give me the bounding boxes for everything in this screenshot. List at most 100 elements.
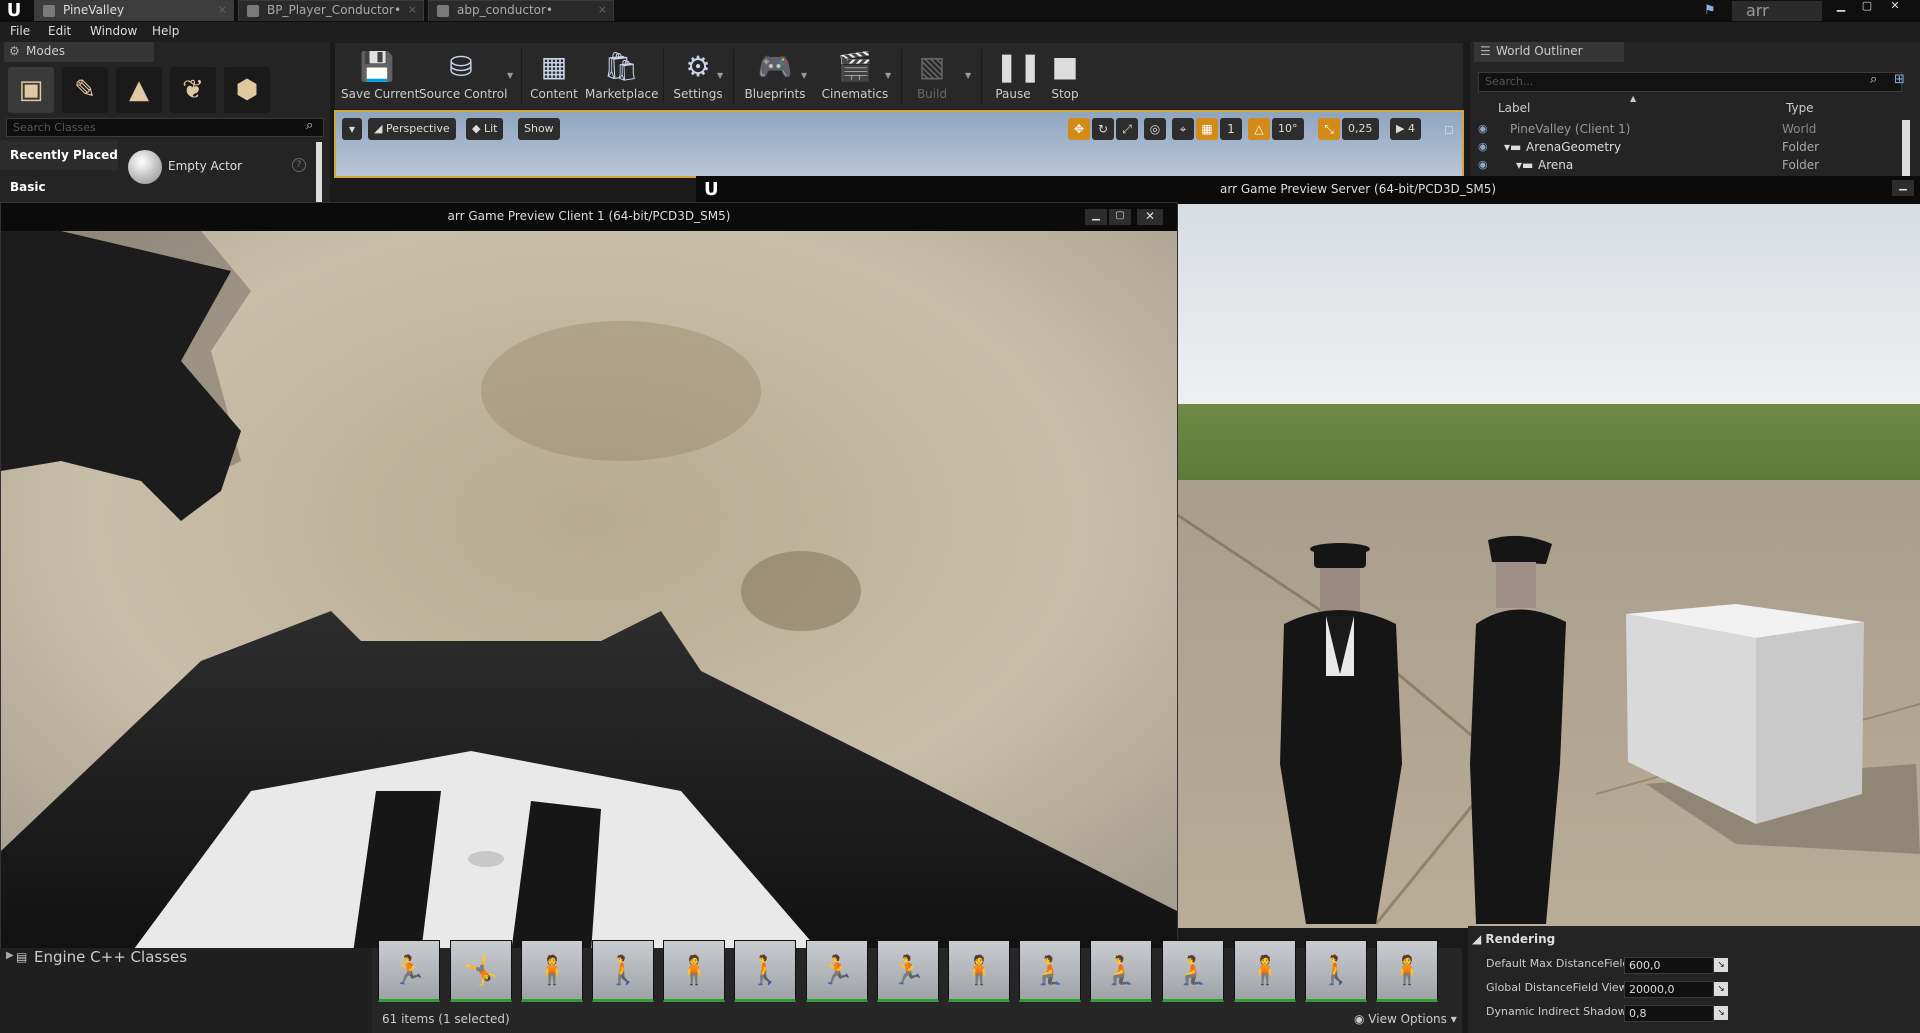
asset-thumbnail[interactable]: 🚶	[592, 940, 654, 1002]
asset-thumbnail[interactable]: 🧎	[1162, 940, 1224, 1002]
source-control-icon[interactable]: ⚑	[1704, 3, 1720, 19]
asset-thumbnail[interactable]: 🧍	[1234, 940, 1296, 1002]
content-button[interactable]: ▦ Content	[527, 45, 581, 107]
rotation-snap-icon[interactable]: △	[1248, 118, 1270, 140]
outliner-row[interactable]: ◉ ▾▬ ArenaGeometry Folder	[1470, 138, 1910, 156]
cinematics-dropdown-icon[interactable]: ▼	[885, 71, 891, 80]
outliner-search-input[interactable]: Search...	[1478, 72, 1902, 92]
close-window-icon[interactable]: ✕	[1882, 0, 1908, 14]
minimize-icon[interactable]: ▁	[1085, 209, 1107, 225]
landscape-mode-button[interactable]: ▲	[116, 67, 162, 113]
asset-thumbnail[interactable]: 🏃	[378, 940, 440, 1002]
perspective-button[interactable]: ◢ Perspective	[368, 118, 456, 140]
type-column-header[interactable]: Type	[1786, 98, 1814, 118]
client-title-bar[interactable]: arr Game Preview Client 1 (64-bit/PCD3D_…	[1, 203, 1177, 231]
visibility-eye-icon[interactable]: ◉	[1478, 120, 1488, 138]
viewport-options-dropdown-icon[interactable]: ▾	[342, 118, 362, 140]
outliner-row[interactable]: ◉ ▾▬ Arena Folder	[1470, 156, 1910, 174]
tab-blueprint[interactable]: BP_Player_Conductor• ×	[238, 0, 424, 21]
unreal-logo-icon[interactable]: U	[4, 1, 24, 21]
cinematics-button[interactable]: 🎬 Cinematics	[815, 45, 895, 107]
source-control-button[interactable]: ⛁ Source Control	[419, 45, 507, 107]
asset-thumbnail[interactable]: 🧍	[1376, 940, 1438, 1002]
scrollbar[interactable]	[1902, 120, 1910, 176]
asset-thumbnail[interactable]: 🧍	[663, 940, 725, 1002]
save-current-button[interactable]: 💾 Save Current	[341, 45, 419, 107]
scale-value[interactable]: 0,25	[1342, 118, 1379, 140]
rotation-value[interactable]: 10°	[1272, 118, 1304, 140]
tab-anim-blueprint[interactable]: abp_conductor• ×	[428, 0, 614, 21]
search-icon[interactable]: ⌕	[1870, 72, 1877, 87]
client-game-view[interactable]	[1, 231, 1177, 953]
minimize-icon[interactable]: ▁	[1828, 0, 1854, 14]
lit-button[interactable]: ◆ Lit	[466, 118, 504, 140]
rendering-section-header[interactable]: ◢ Rendering	[1472, 932, 1555, 946]
surface-snap-icon[interactable]: ⌖	[1172, 118, 1194, 140]
outliner-row[interactable]: ◉ PineValley (Client 1) World	[1470, 120, 1910, 138]
asset-thumbnail[interactable]: 🧍	[521, 940, 583, 1002]
geometry-mode-button[interactable]: ⬢	[224, 67, 270, 113]
close-icon[interactable]: ×	[598, 3, 607, 16]
property-value-input[interactable]: 20000,0	[1624, 981, 1714, 998]
grid-value[interactable]: 1	[1220, 118, 1242, 140]
property-value-input[interactable]: 0,8	[1624, 1005, 1714, 1022]
scrollbar[interactable]	[316, 142, 322, 202]
tree-item-engine-classes[interactable]: Engine C++ Classes	[34, 948, 187, 966]
empty-actor-label[interactable]: Empty Actor	[168, 159, 242, 173]
level-viewport[interactable]: ▾ ◢ Perspective ◆ Lit Show ✥ ↻ ⤢ ◎ ⌖ ▦ 1…	[334, 110, 1464, 178]
foliage-mode-button[interactable]: ❦	[170, 67, 216, 113]
label-column-header[interactable]: Label	[1498, 98, 1530, 118]
asset-thumbnail[interactable]: 🚶	[734, 940, 796, 1002]
server-title-bar[interactable]: U arr Game Preview Server (64-bit/PCD3D_…	[696, 176, 1920, 204]
paint-mode-button[interactable]: ✎	[62, 67, 108, 113]
menu-help[interactable]: Help	[152, 22, 179, 42]
client-preview-window[interactable]: arr Game Preview Client 1 (64-bit/PCD3D_…	[0, 202, 1178, 954]
visibility-eye-icon[interactable]: ◉	[1478, 156, 1488, 174]
build-button[interactable]: ▧ Build	[907, 45, 957, 107]
maximize-icon[interactable]: ▢	[1109, 209, 1131, 225]
show-button[interactable]: Show	[518, 118, 560, 140]
world-local-icon[interactable]: ◎	[1144, 118, 1166, 140]
view-options-button[interactable]: ◉ View Options ▾	[1354, 1012, 1457, 1026]
server-game-view[interactable]	[1176, 204, 1920, 928]
settings-dropdown-icon[interactable]: ▼	[717, 71, 723, 80]
maximize-viewport-icon[interactable]: ◻	[1438, 118, 1460, 140]
reset-icon[interactable]: ↘	[1714, 982, 1728, 996]
minimize-icon[interactable]: ▁	[1892, 180, 1914, 196]
asset-thumbnail[interactable]: 🏃	[877, 940, 939, 1002]
asset-thumbnail[interactable]: 🏃	[806, 940, 868, 1002]
stop-button[interactable]: ■ Stop	[1041, 45, 1089, 107]
pause-button[interactable]: ❚❚ Pause	[989, 45, 1042, 107]
asset-thumbnail[interactable]: 🧎	[1019, 940, 1081, 1002]
search-classes-input[interactable]: Search Classes	[6, 118, 324, 137]
grid-snap-icon[interactable]: ▦	[1196, 118, 1218, 140]
blueprints-dropdown-icon[interactable]: ▼	[801, 71, 807, 80]
help-icon[interactable]: ?	[292, 158, 306, 172]
menu-window[interactable]: Window	[90, 22, 137, 42]
scale-snap-icon[interactable]: ⤡	[1318, 118, 1340, 140]
translate-icon[interactable]: ✥	[1068, 118, 1090, 140]
menu-file[interactable]: File	[10, 22, 30, 42]
rotate-icon[interactable]: ↻	[1092, 118, 1114, 140]
world-outliner-tab[interactable]: ☰ World Outliner	[1474, 42, 1624, 62]
marketplace-button[interactable]: 🛍 Marketplace	[585, 45, 659, 107]
add-filter-icon[interactable]: ⊞	[1894, 72, 1905, 87]
place-mode-button[interactable]: ▣	[8, 67, 54, 113]
property-value-input[interactable]: 600,0	[1624, 957, 1714, 974]
reset-icon[interactable]: ↘	[1714, 1006, 1728, 1020]
category-recently-placed[interactable]: Recently Placed	[0, 140, 118, 170]
maximize-icon[interactable]: ▢	[1854, 0, 1880, 14]
search-icon[interactable]: ⌕	[306, 118, 313, 133]
close-icon[interactable]: ×	[408, 3, 417, 16]
scale-icon[interactable]: ⤢	[1116, 118, 1138, 140]
reset-icon[interactable]: ↘	[1714, 958, 1728, 972]
asset-thumbnail[interactable]: 🧍	[948, 940, 1010, 1002]
source-control-dropdown-icon[interactable]: ▼	[507, 71, 513, 80]
menu-edit[interactable]: Edit	[48, 22, 71, 42]
expand-arrow-icon[interactable]: ▶	[6, 950, 14, 961]
close-icon[interactable]: ×	[218, 3, 227, 16]
category-basic[interactable]: Basic	[0, 172, 118, 202]
build-dropdown-icon[interactable]: ▼	[965, 71, 971, 80]
asset-thumbnail[interactable]: 🧎	[1090, 940, 1152, 1002]
tab-level[interactable]: PineValley ×	[34, 0, 234, 21]
